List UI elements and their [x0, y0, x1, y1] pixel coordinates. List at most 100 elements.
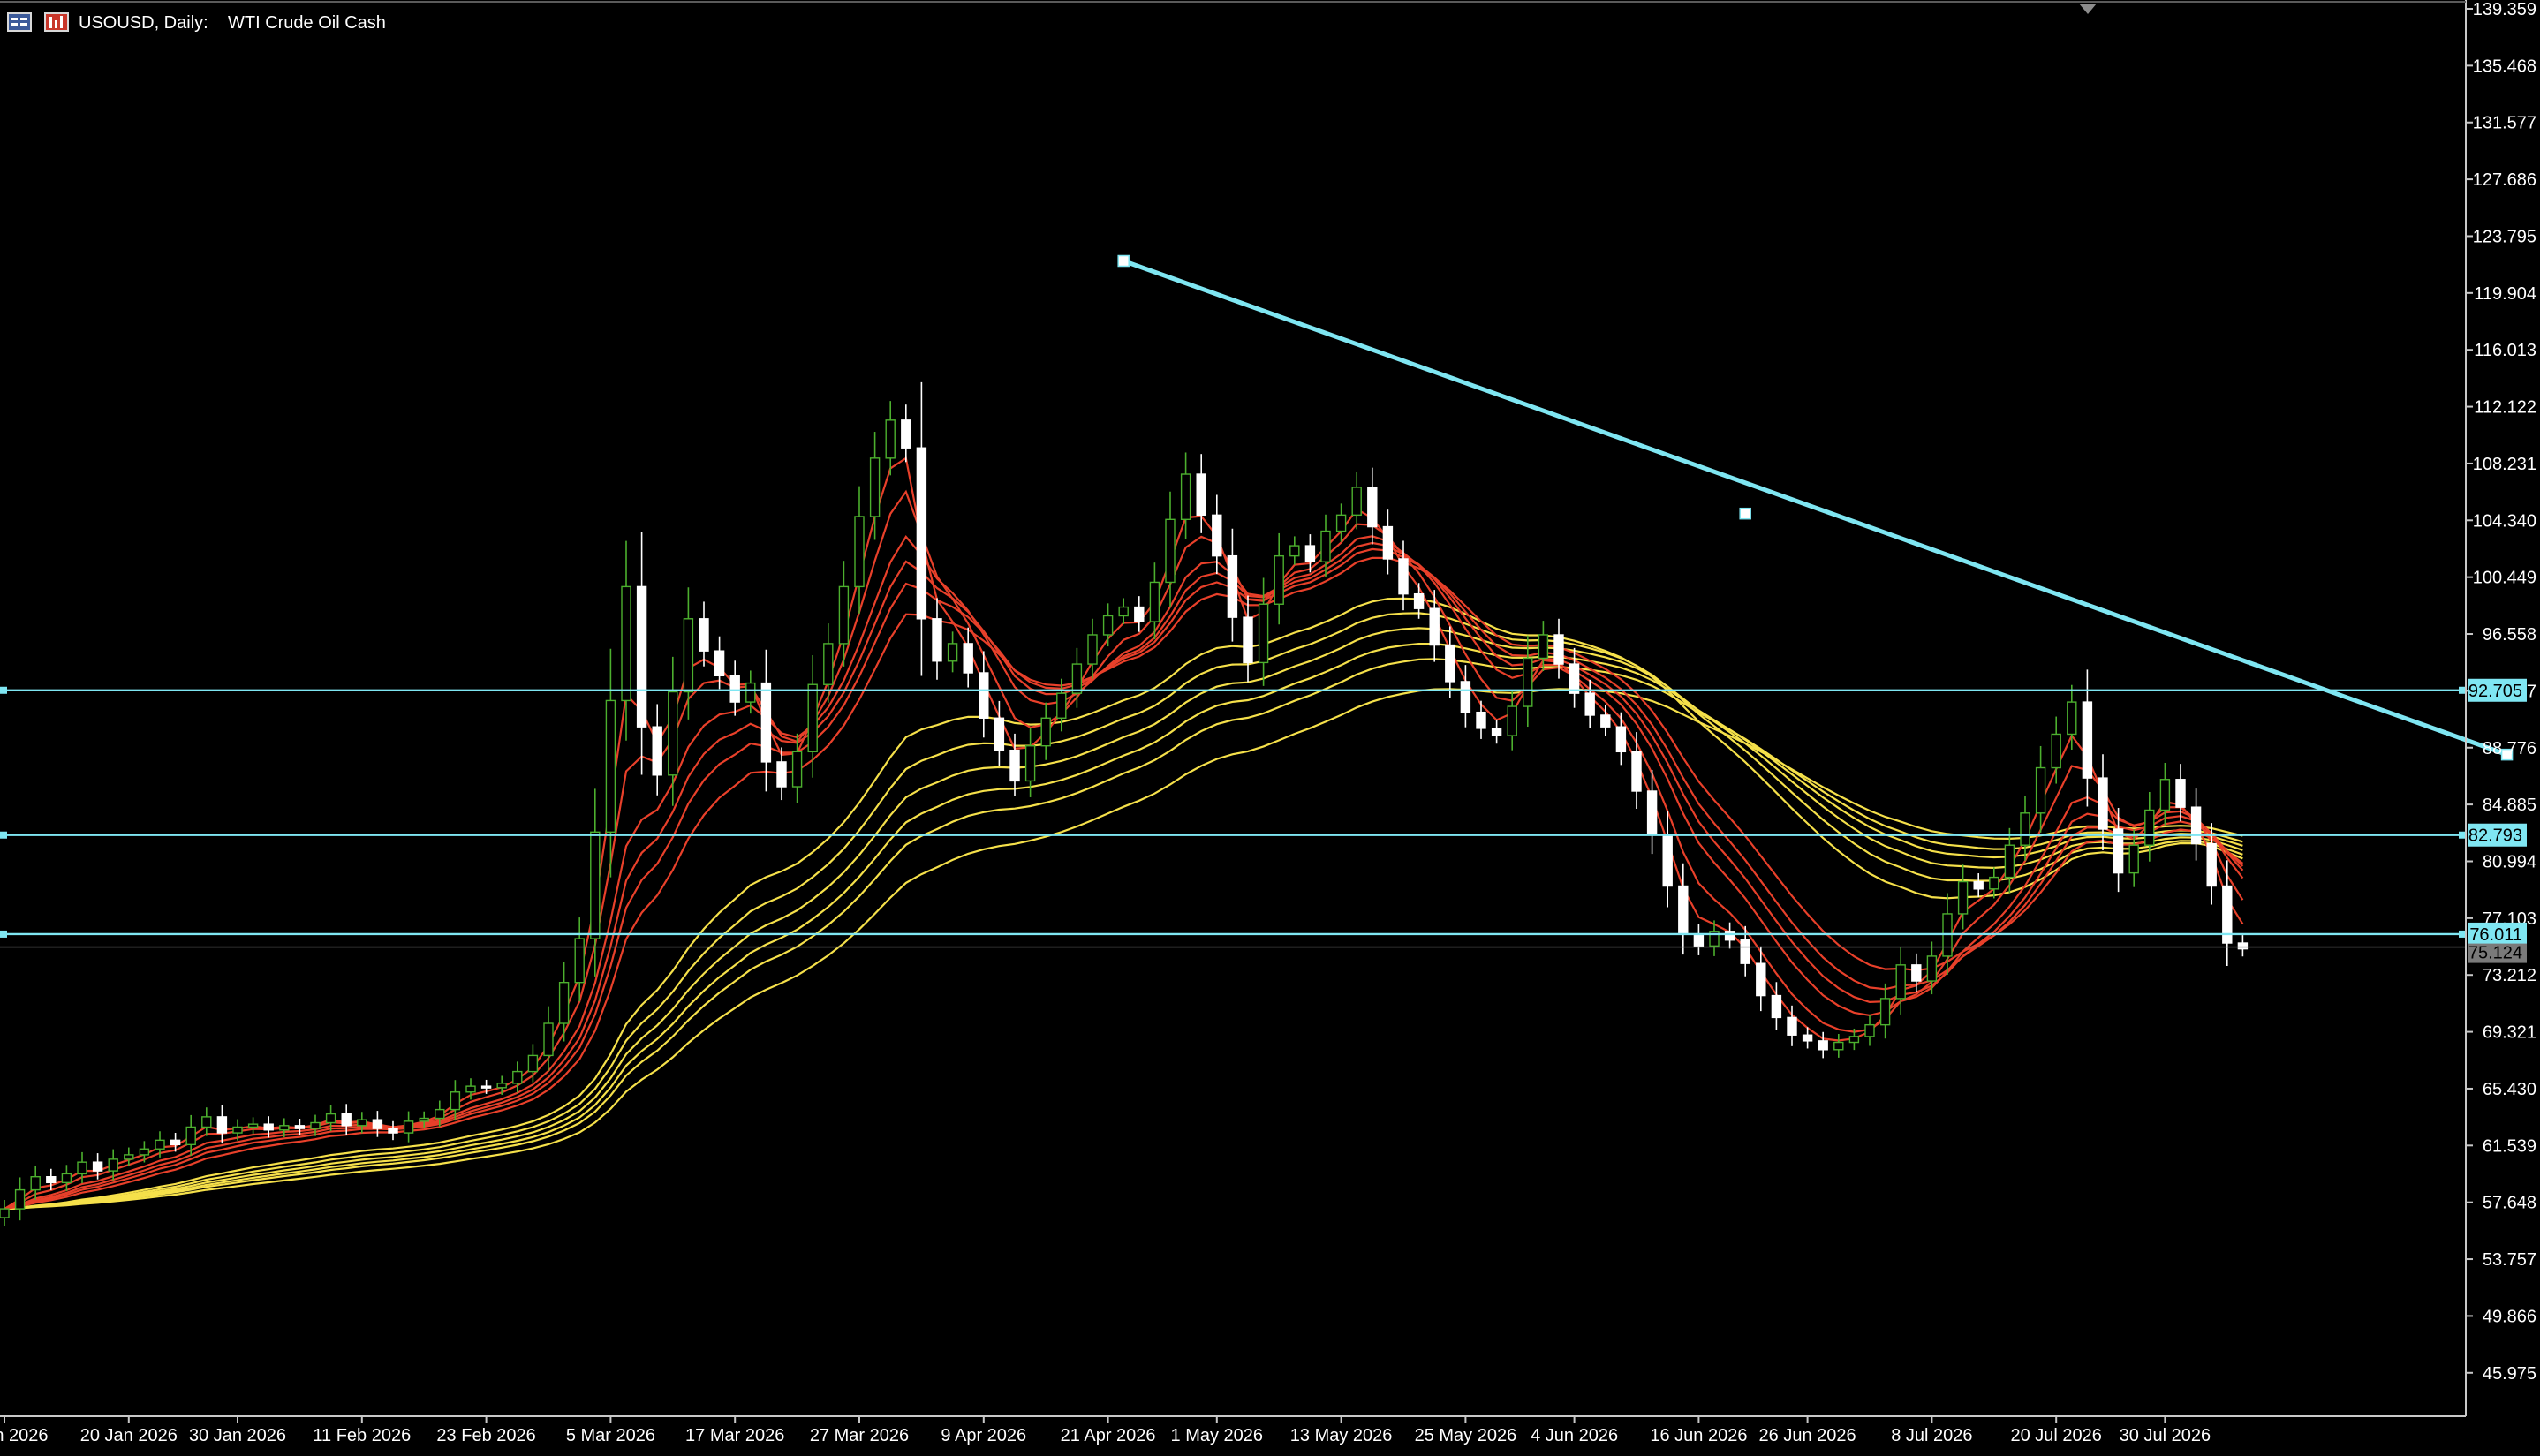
candle-body[interactable] [1615, 726, 1627, 753]
candle-body[interactable] [885, 419, 896, 459]
candle-body[interactable] [652, 726, 662, 776]
level-line-handle[interactable] [2459, 686, 2466, 694]
candle-body[interactable] [435, 1108, 445, 1120]
candle-body[interactable] [2004, 844, 2015, 879]
candle-body[interactable] [1787, 1016, 1797, 1036]
candle-body[interactable] [1009, 749, 1020, 782]
candle-body[interactable] [1957, 880, 1969, 915]
level-line-handle[interactable] [0, 930, 7, 938]
chart-root[interactable]: 139.359 135.468 131.577 127.686 123.795 119.9… [0, 0, 2540, 1452]
bar-chart-icon[interactable] [7, 12, 32, 32]
candle-body[interactable] [1243, 616, 1253, 664]
candle-body[interactable] [2159, 779, 2171, 811]
candle-body[interactable] [527, 1054, 539, 1073]
candle-body[interactable] [1507, 705, 1517, 736]
candle-body[interactable] [1724, 931, 1735, 941]
candle-body[interactable] [1911, 964, 1922, 982]
level-line-handle[interactable] [2459, 831, 2466, 839]
candle-body[interactable] [46, 1176, 57, 1184]
candle-body[interactable] [2035, 766, 2046, 814]
candle-body[interactable] [947, 643, 958, 662]
candle-body[interactable] [61, 1173, 72, 1184]
candle-body[interactable] [1335, 514, 1347, 532]
candle-body[interactable] [714, 650, 725, 677]
candle-body[interactable] [994, 717, 1005, 751]
candle-body[interactable] [807, 683, 818, 753]
candle-body[interactable] [1476, 711, 1486, 729]
candle-body[interactable] [1134, 606, 1145, 622]
candle-body[interactable] [1864, 1023, 1875, 1037]
candle-body[interactable] [2175, 779, 2186, 808]
candle-body[interactable] [1382, 525, 1394, 560]
candle-body[interactable] [325, 1113, 336, 1124]
candle-body[interactable] [216, 1116, 228, 1134]
candle-body[interactable] [1180, 473, 1191, 521]
candle-body[interactable] [543, 1022, 554, 1057]
candle-body[interactable] [1895, 964, 1906, 1000]
candle-body[interactable] [403, 1120, 414, 1134]
level-line-handle[interactable] [0, 686, 7, 694]
candle-body[interactable] [1818, 1040, 1828, 1051]
candle-body[interactable] [1756, 962, 1766, 997]
candle-body[interactable] [1771, 994, 1782, 1019]
candle-body[interactable] [1071, 663, 1083, 694]
candle-body[interactable] [1740, 939, 1750, 964]
candle-body[interactable] [2206, 842, 2217, 887]
candle-body[interactable] [1926, 955, 1938, 982]
candle-body[interactable] [1165, 518, 1176, 584]
candle-body[interactable] [979, 672, 989, 719]
candle-body[interactable] [139, 1148, 150, 1156]
candle-body[interactable] [1833, 1041, 1844, 1051]
indicator-window-icon[interactable] [44, 12, 69, 32]
candle-body[interactable] [683, 618, 694, 693]
candle-body[interactable] [1523, 657, 1533, 707]
candle-body[interactable] [388, 1128, 398, 1134]
candle-body[interactable] [232, 1126, 243, 1134]
candle-body[interactable] [838, 585, 850, 645]
candle-body[interactable] [1678, 885, 1689, 935]
price-chart[interactable]: 139.359 135.468 131.577 127.686 123.795 119.9… [0, 0, 2540, 1452]
candle-body[interactable] [1460, 681, 1471, 713]
candle-body[interactable] [823, 643, 834, 685]
candle-body[interactable] [0, 1208, 10, 1218]
candle-body[interactable] [1102, 615, 1114, 636]
candle-body[interactable] [1989, 876, 1999, 890]
candle-body[interactable] [901, 419, 911, 449]
candle-body[interactable] [1367, 487, 1378, 528]
candle-body[interactable] [729, 675, 740, 703]
candle-body[interactable] [1569, 663, 1580, 694]
candle-body[interactable] [2237, 942, 2249, 950]
candle-body[interactable] [791, 751, 803, 788]
candle-body[interactable] [854, 516, 865, 588]
candle-body[interactable] [2144, 809, 2155, 846]
candle-body[interactable] [1398, 558, 1409, 595]
candle-body[interactable] [760, 682, 772, 763]
candle-body[interactable] [963, 643, 973, 674]
candle-body[interactable] [357, 1119, 367, 1127]
candle-body[interactable] [776, 761, 787, 788]
candle-body[interactable] [170, 1139, 181, 1146]
candle-body[interactable] [263, 1123, 274, 1131]
candle-body[interactable] [1274, 554, 1284, 605]
candle-body[interactable] [1693, 933, 1705, 947]
candle-body[interactable] [247, 1123, 259, 1128]
candle-body[interactable] [1584, 692, 1595, 716]
candle-body[interactable] [2020, 812, 2030, 846]
candle-body[interactable] [1024, 745, 1036, 782]
candle-body[interactable] [1289, 545, 1300, 557]
candle-body[interactable] [1802, 1034, 1813, 1042]
candle-body[interactable] [1351, 487, 1362, 517]
candle-body[interactable] [1553, 634, 1564, 665]
level-line-handle[interactable] [0, 831, 7, 839]
candle-body[interactable] [932, 618, 942, 662]
candle-body[interactable] [1848, 1036, 1860, 1044]
candle-body[interactable] [341, 1113, 352, 1127]
candle-body[interactable] [1258, 603, 1269, 664]
candle-body[interactable] [1646, 790, 1658, 836]
candle-body[interactable] [2098, 777, 2108, 830]
candle-body[interactable] [279, 1125, 290, 1131]
candle-body[interactable] [108, 1158, 118, 1172]
candle-body[interactable] [621, 585, 631, 702]
trendline-handle[interactable] [1739, 507, 1751, 520]
candle-body[interactable] [1973, 880, 1984, 890]
